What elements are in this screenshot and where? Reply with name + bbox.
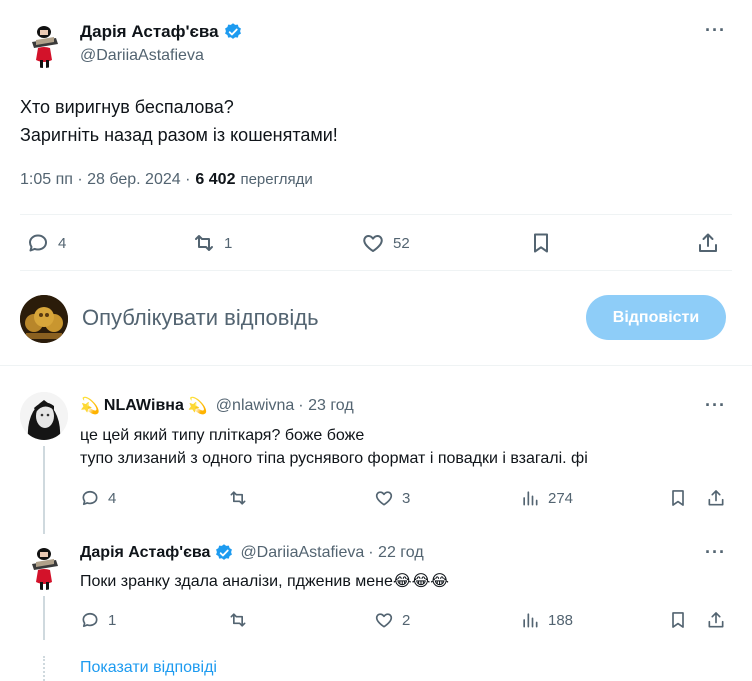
- avatar-portrait-image: [20, 392, 68, 440]
- divider: [20, 214, 732, 215]
- main-tweet-text-line2: Заригніть назад разом із кошенятами!: [20, 125, 338, 145]
- main-tweet-avatar[interactable]: [20, 20, 68, 68]
- heart-icon: [374, 610, 394, 630]
- reply2-repost-button[interactable]: [228, 610, 248, 630]
- divider: [0, 365, 752, 366]
- verified-badge-icon: [223, 22, 243, 42]
- main-like-count: 52: [393, 234, 410, 252]
- reply1-text-line2: тупо злизаний з одного тіпа руснявого фо…: [80, 450, 588, 467]
- reply2-author-name[interactable]: Дарія Астаф'єва: [80, 544, 210, 562]
- avatar-image: [20, 295, 68, 343]
- reply-composer-input[interactable]: Опублікувати відповідь: [82, 305, 319, 331]
- reply2-timestamp[interactable]: · 22 год: [368, 544, 423, 562]
- views-chart-icon: [520, 488, 540, 508]
- reply2-avatar[interactable]: [20, 542, 68, 590]
- reply2-reply-button[interactable]: 1: [80, 610, 116, 630]
- share-icon: [696, 231, 720, 255]
- reply1-timestamp[interactable]: · 23 год: [298, 397, 353, 415]
- main-tweet-views-count: 6 402: [195, 171, 236, 188]
- reply1-avatar[interactable]: [20, 392, 68, 440]
- main-tweet-author-name[interactable]: Дарія Астаф'єва: [80, 22, 219, 42]
- reply1-reply-count: 4: [108, 489, 117, 507]
- reply2-like-count: 2: [402, 611, 411, 629]
- main-repost-button[interactable]: 1: [192, 231, 232, 255]
- reply1-bookmark-button[interactable]: [668, 488, 688, 508]
- bookmark-icon: [529, 231, 553, 255]
- reply-icon: [80, 610, 100, 630]
- verified-badge-icon: [214, 543, 234, 563]
- reply1-share-button[interactable]: [706, 488, 726, 508]
- reply1-author-handle[interactable]: @nlawivna: [216, 397, 295, 415]
- main-tweet-author-handle[interactable]: @DariiaAstafieva: [80, 47, 204, 65]
- divider: [20, 270, 732, 271]
- main-tweet-views-label: перегляди: [240, 171, 313, 188]
- main-share-button[interactable]: [696, 231, 720, 255]
- share-icon: [706, 610, 726, 630]
- reply-submit-label: Відповісти: [612, 308, 700, 326]
- main-tweet-timestamp[interactable]: 1:05 пп · 28 бер. 2024 ·: [20, 171, 190, 189]
- repost-icon: [228, 488, 248, 508]
- avatar-figure-image: [20, 20, 68, 68]
- reply2-views-count: 188: [548, 611, 574, 629]
- reply2-reply-count: 1: [108, 611, 117, 629]
- reply2-bookmark-button[interactable]: [668, 610, 688, 630]
- show-replies-link[interactable]: Показати відповіді: [80, 659, 217, 677]
- thread-connector-line: [43, 446, 45, 534]
- reply2-share-button[interactable]: [706, 610, 726, 630]
- reply1-text-line1: це цей який типу пліткаря? боже боже: [80, 427, 365, 444]
- bookmark-icon: [668, 488, 688, 508]
- reply1-reply-button[interactable]: 4: [80, 488, 116, 508]
- reply-submit-button[interactable]: Відповісти: [586, 295, 726, 340]
- repost-icon: [192, 231, 216, 255]
- thread-dotted-line: [43, 656, 45, 681]
- reply-icon: [80, 488, 100, 508]
- reply1-views-count: 274: [548, 489, 574, 507]
- views-chart-icon: [520, 610, 540, 630]
- heart-icon: [374, 488, 394, 508]
- main-repost-count: 1: [224, 234, 233, 252]
- composer-avatar: [20, 295, 68, 343]
- reply1-more-icon[interactable]: ···: [705, 395, 726, 416]
- reply1-like-button[interactable]: 3: [374, 488, 410, 508]
- share-icon: [706, 488, 726, 508]
- reply1-like-count: 3: [402, 489, 411, 507]
- reply1-views-button[interactable]: 274: [520, 488, 573, 508]
- reply2-text: Поки зранку здала аналізи, пдженив мене😂…: [80, 573, 449, 590]
- reply1-repost-button[interactable]: [228, 488, 248, 508]
- main-like-button[interactable]: 52: [361, 231, 410, 255]
- main-tweet-text-line1: Хто виригнув беспалова?: [20, 97, 234, 117]
- thread-connector-line: [43, 596, 45, 640]
- main-reply-count: 4: [58, 234, 67, 252]
- main-bookmark-button[interactable]: [529, 231, 553, 255]
- main-reply-button[interactable]: 4: [26, 231, 66, 255]
- reply2-like-button[interactable]: 2: [374, 610, 410, 630]
- repost-icon: [228, 610, 248, 630]
- reply2-views-button[interactable]: 188: [520, 610, 573, 630]
- reply2-author-handle[interactable]: @DariiaAstafieva: [240, 544, 364, 562]
- main-tweet-author-row: Дарія Астаф'єва: [80, 21, 243, 43]
- reply1-header: 💫 NLAWівна 💫 @nlawivna · 23 год: [80, 395, 354, 417]
- reply-icon: [26, 231, 50, 255]
- reply1-author-name[interactable]: NLAWівна: [104, 397, 184, 415]
- reply1-text: це цей який типу пліткаря? боже боже туп…: [80, 424, 720, 470]
- heart-icon: [361, 231, 385, 255]
- main-tweet-more-icon[interactable]: ···: [705, 20, 726, 41]
- reply1-emoji-left: 💫: [80, 398, 100, 415]
- main-tweet-text: Хто виригнув беспалова? Заригніть назад …: [20, 93, 338, 149]
- reply2-more-icon[interactable]: ···: [705, 542, 726, 563]
- reply1-emoji-right: 💫: [187, 398, 208, 415]
- reply2-header: Дарія Астаф'єва @DariiaAstafieva · 22 го…: [80, 542, 424, 564]
- bookmark-icon: [668, 610, 688, 630]
- avatar-figure-image: [20, 542, 68, 590]
- main-tweet-meta: 1:05 пп · 28 бер. 2024 · 6 402 перегляди: [20, 171, 313, 189]
